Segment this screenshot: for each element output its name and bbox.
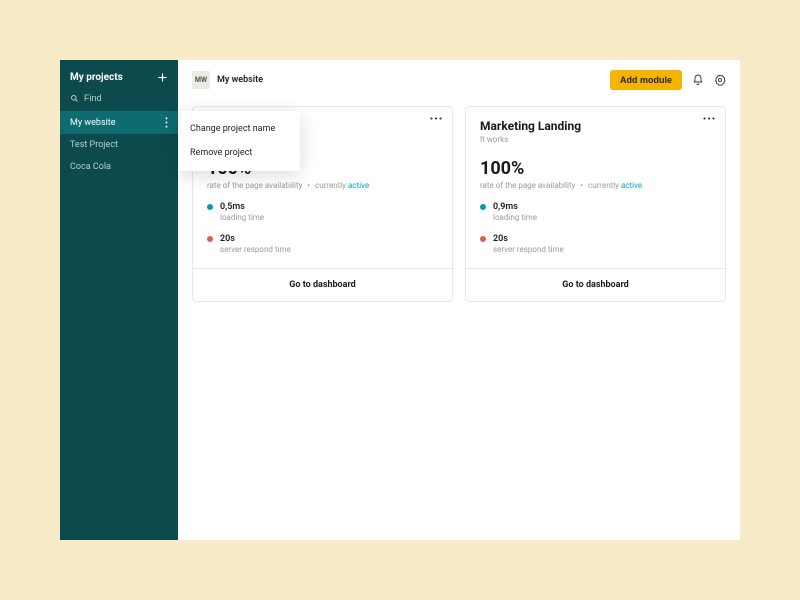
topbar: MW My website Add module bbox=[178, 60, 740, 100]
go-to-dashboard-button[interactable]: Go to dashboard bbox=[466, 268, 725, 301]
metric-text: 20s server respond time bbox=[220, 234, 291, 254]
sidebar-item-test-project[interactable]: Test Project bbox=[60, 134, 178, 156]
status-active: active bbox=[348, 181, 369, 190]
rate-label: rate of the page availability bbox=[480, 181, 575, 190]
sidebar-item-label: My website bbox=[70, 118, 116, 128]
currently-label: currently bbox=[588, 181, 619, 190]
card-availability-percent: 100% bbox=[480, 158, 711, 179]
metric-value: 20s bbox=[220, 234, 291, 244]
app-window: My projects My website Change project na… bbox=[60, 60, 740, 540]
teal-dot-icon bbox=[207, 204, 213, 210]
card-menu-icon[interactable] bbox=[703, 117, 715, 120]
red-dot-icon bbox=[480, 236, 486, 242]
sidebar-item-label: Test Project bbox=[70, 140, 118, 150]
currently-label: currently bbox=[315, 181, 346, 190]
teal-dot-icon bbox=[480, 204, 486, 210]
separator-dot: • bbox=[580, 181, 583, 190]
metric-value: 20s bbox=[493, 234, 564, 244]
card-menu-icon[interactable] bbox=[430, 117, 442, 120]
metric-value: 0,9ms bbox=[493, 202, 537, 212]
sidebar-item-coca-cola[interactable]: Coca Cola bbox=[60, 156, 178, 178]
add-project-icon[interactable] bbox=[157, 72, 168, 83]
menu-remove-project[interactable]: Remove project bbox=[178, 141, 300, 165]
rate-label: rate of the page availability bbox=[207, 181, 302, 190]
breadcrumb: My website bbox=[217, 75, 263, 85]
sidebar-item-label: Coca Cola bbox=[70, 162, 111, 172]
metric-text: 0,5ms loading time bbox=[220, 202, 264, 222]
metric-loading-time: 0,9ms loading time bbox=[480, 202, 711, 222]
metric-respond-time: 20s server respond time bbox=[207, 234, 438, 254]
settings-icon[interactable] bbox=[714, 74, 726, 86]
card-body: Marketing Landing It works 100% rate of … bbox=[466, 107, 725, 268]
kebab-icon[interactable] bbox=[165, 117, 168, 128]
card-subtitle: It works bbox=[480, 135, 711, 144]
search-input[interactable] bbox=[84, 93, 154, 103]
metric-label: server respond time bbox=[220, 245, 291, 254]
menu-rename-project[interactable]: Change project name bbox=[178, 117, 300, 141]
project-list: My website Change project name Remove pr… bbox=[60, 111, 178, 178]
metric-label: server respond time bbox=[493, 245, 564, 254]
metric-respond-time: 20s server respond time bbox=[480, 234, 711, 254]
search-icon bbox=[70, 94, 79, 103]
bell-icon[interactable] bbox=[692, 74, 704, 86]
metric-loading-time: 0,5ms loading time bbox=[207, 202, 438, 222]
metric-label: loading time bbox=[220, 213, 264, 222]
card-availability-label: rate of the page availability • currentl… bbox=[207, 181, 438, 190]
metric-label: loading time bbox=[493, 213, 537, 222]
status-active: active bbox=[621, 181, 642, 190]
separator-dot: • bbox=[307, 181, 310, 190]
metric-text: 20s server respond time bbox=[493, 234, 564, 254]
sidebar: My projects My website Change project na… bbox=[60, 60, 178, 540]
search-row bbox=[60, 89, 178, 111]
card-availability-label: rate of the page availability • currentl… bbox=[480, 181, 711, 190]
module-card-marketing-landing: Marketing Landing It works 100% rate of … bbox=[465, 106, 726, 302]
go-to-dashboard-button[interactable]: Go to dashboard bbox=[193, 268, 452, 301]
metric-text: 0,9ms loading time bbox=[493, 202, 537, 222]
card-title: Marketing Landing bbox=[480, 119, 711, 133]
topbar-left: MW My website bbox=[192, 71, 263, 89]
project-context-menu: Change project name Remove project bbox=[178, 111, 300, 171]
project-avatar: MW bbox=[192, 71, 210, 89]
add-module-button[interactable]: Add module bbox=[610, 70, 682, 90]
topbar-right: Add module bbox=[610, 70, 726, 90]
sidebar-item-my-website[interactable]: My website Change project name Remove pr… bbox=[60, 111, 178, 134]
metric-value: 0,5ms bbox=[220, 202, 264, 212]
sidebar-header: My projects bbox=[60, 60, 178, 89]
red-dot-icon bbox=[207, 236, 213, 242]
sidebar-title: My projects bbox=[70, 72, 123, 83]
